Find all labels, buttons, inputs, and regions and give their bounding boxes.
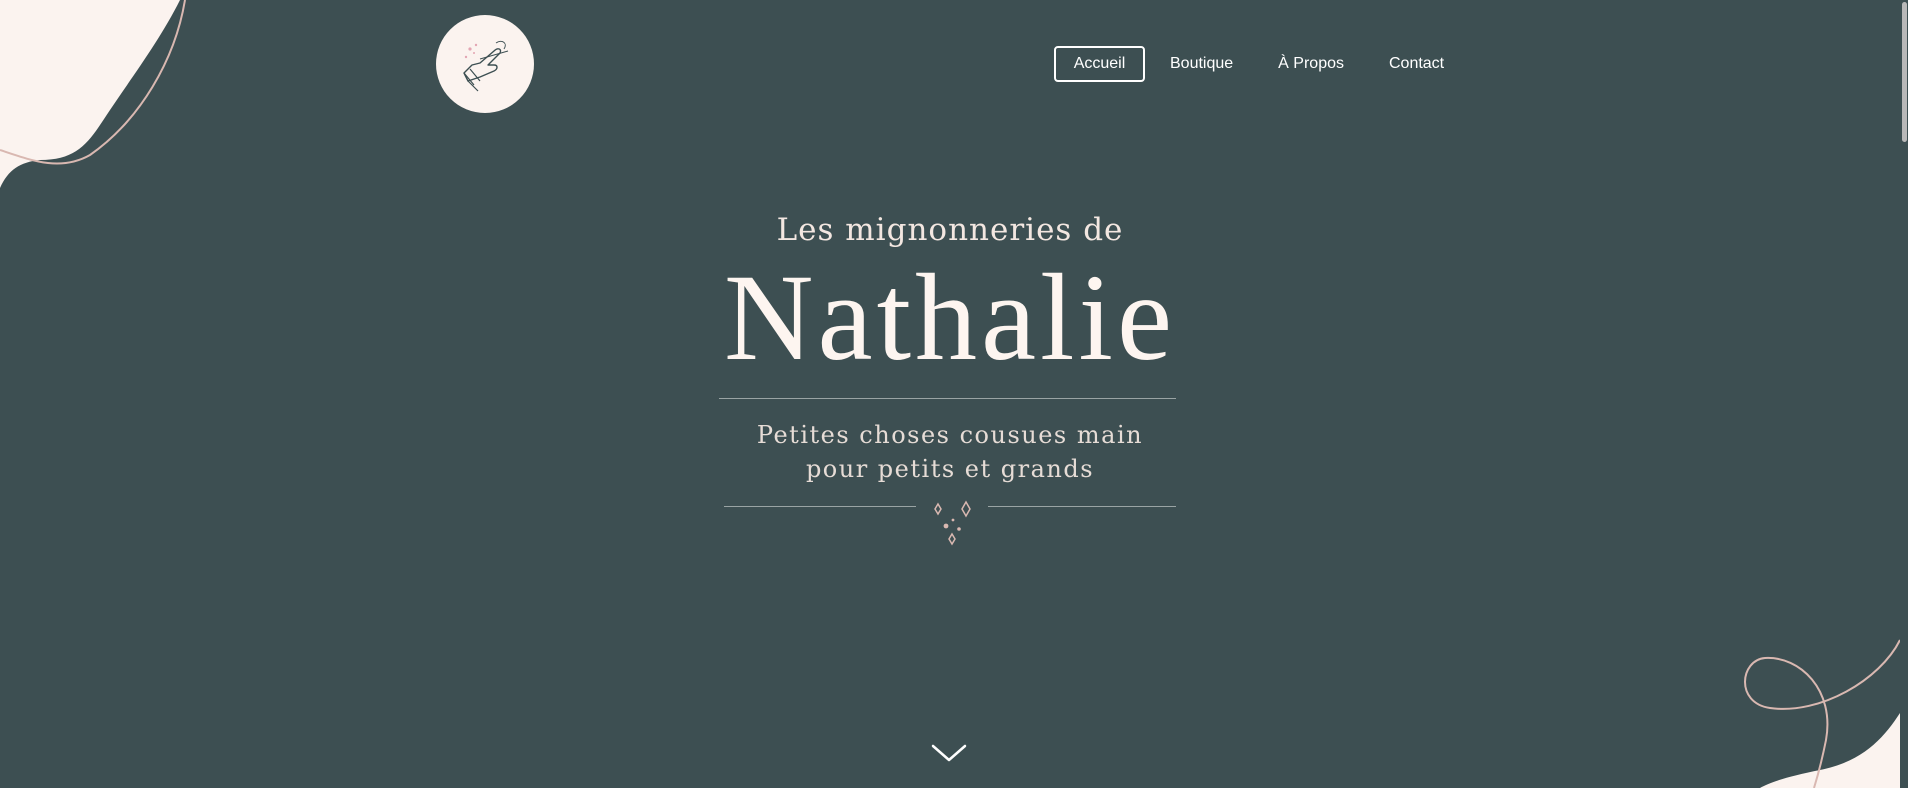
page-root: Accueil Boutique À Propos Contact Les mi…: [0, 0, 1908, 788]
nav-contact[interactable]: Contact: [1389, 46, 1444, 82]
site-logo[interactable]: [436, 15, 534, 113]
chevron-down-icon[interactable]: [929, 740, 969, 768]
ornament-rule-left: [724, 506, 916, 507]
sparkle-icon: [934, 500, 971, 546]
nav-accueil[interactable]: Accueil: [1054, 46, 1145, 82]
hero-pretitle: Les mignonneries de: [776, 212, 1124, 248]
decorative-background-shapes: [0, 0, 1908, 788]
scrollbar[interactable]: [1900, 0, 1908, 788]
nav-boutique[interactable]: Boutique: [1170, 46, 1233, 82]
bottom-right-line: [1744, 639, 1901, 788]
top-left-line: [0, 0, 186, 165]
bottom-right-blob: [1760, 700, 1908, 788]
main-nav: Accueil Boutique À Propos Contact: [1054, 46, 1444, 82]
nav-a-propos[interactable]: À Propos: [1278, 46, 1344, 82]
scrollbar-thumb[interactable]: [1902, 2, 1907, 142]
ornament-rule-right: [988, 506, 1176, 507]
hero-tagline: Petites choses cousues main pour petits …: [0, 418, 1900, 486]
hero-title: Nathalie: [723, 249, 1176, 386]
hero-divider: [719, 398, 1176, 399]
top-left-blob: [0, 0, 180, 188]
tagline-line-1: Petites choses cousues main: [756, 421, 1144, 449]
hand-sewing-needle-icon: [463, 40, 509, 92]
tagline-line-2: pour petits et grands: [805, 455, 1095, 483]
